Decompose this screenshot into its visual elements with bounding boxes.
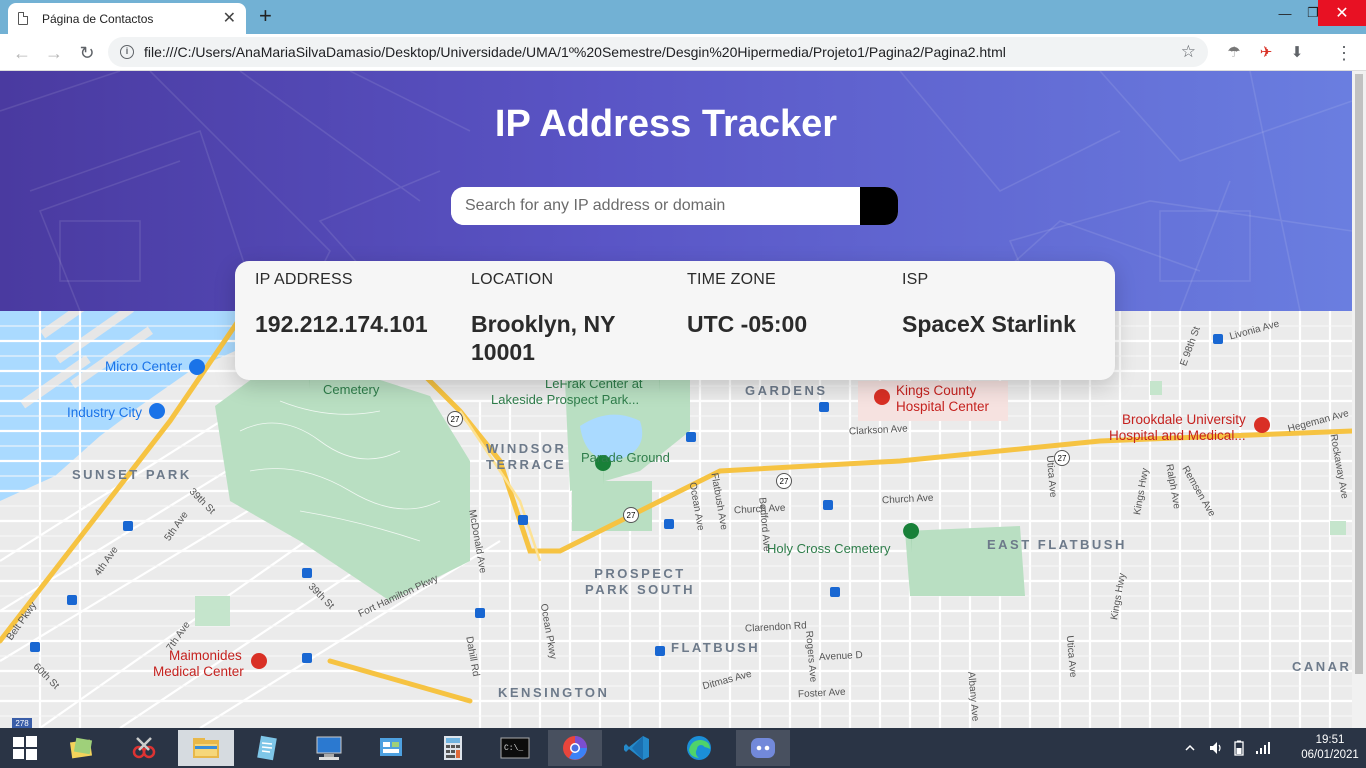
tab-title: Página de Contactos	[42, 11, 154, 26]
url-text[interactable]: file:///C:/Users/AnaMariaSilvaDamasio/De…	[144, 44, 1181, 60]
location-label: LOCATION	[471, 271, 554, 288]
map-area-label: GARDENS	[745, 383, 828, 398]
back-arrow-icon[interactable]: ←	[10, 41, 34, 65]
svg-text:27: 27	[627, 511, 636, 520]
page-viewport: IP Address Tracker Search for any IP add…	[0, 71, 1352, 728]
map-area-label: WINDSOR TERRACE	[486, 441, 567, 472]
tray-chevron-icon[interactable]	[1184, 728, 1196, 768]
svg-text:C:\_: C:\_	[504, 744, 523, 753]
map-area-label: CANAR	[1292, 659, 1352, 674]
map-poi-label[interactable]: Maimonides	[169, 648, 242, 663]
menu-kebab-icon[interactable]: ⋮	[1334, 43, 1354, 63]
svg-text:27: 27	[1058, 454, 1067, 463]
map-area-label: KENSINGTON	[498, 685, 610, 700]
vscode-icon[interactable]	[612, 730, 662, 766]
extension-umbrella-icon[interactable]: ☂	[1224, 43, 1244, 63]
taskbar-clock[interactable]: 19:51 06/01/2021	[1300, 733, 1360, 763]
chevron-right-icon	[452, 187, 463, 203]
calculator-icon[interactable]	[428, 730, 478, 766]
timezone-value: UTC -05:00	[687, 311, 808, 337]
ip-info-card: IP ADDRESS 192.212.174.101 LOCATION Broo…	[235, 261, 1115, 380]
map-poi-label[interactable]: Kings County	[896, 383, 976, 398]
discord-icon[interactable]	[736, 730, 790, 766]
map-poi-label[interactable]: Lakeside Prospect Park...	[491, 392, 639, 407]
map-poi-label[interactable]: Brookdale University	[1122, 412, 1246, 427]
remote-desktop-icon[interactable]	[304, 730, 354, 766]
battery-icon[interactable]	[1231, 728, 1247, 768]
windows-start-icon[interactable]	[0, 730, 50, 766]
notepad-icon[interactable]	[242, 730, 292, 766]
timezone-label: TIME ZONE	[687, 271, 776, 288]
browser-titlebar: Página de Contactos ✕ + — ❐ ✕	[0, 0, 1366, 34]
map-poi-label[interactable]: Hospital and Medical...	[1109, 428, 1246, 443]
location-section: LOCATION Brooklyn, NY 10001	[471, 271, 661, 366]
browser-toolbar: ← → ↻ i file:///C:/Users/AnaMariaSilvaDa…	[0, 34, 1366, 71]
timezone-section: TIME ZONE UTC -05:00	[687, 271, 877, 338]
browser-tab[interactable]: Página de Contactos ✕	[8, 3, 246, 34]
ip-address-section: IP ADDRESS 192.212.174.101	[255, 271, 455, 338]
bookmark-star-icon[interactable]: ☆	[1181, 42, 1196, 62]
svg-text:278: 278	[15, 719, 29, 728]
sticky-notes-icon[interactable]	[56, 730, 106, 766]
map-poi-label[interactable]: Hospital Center	[896, 399, 989, 414]
volume-icon[interactable]	[1208, 728, 1224, 768]
scrollbar-thumb[interactable]	[1355, 74, 1363, 674]
ip-search-input[interactable]	[451, 187, 860, 225]
clock-time: 19:51	[1315, 734, 1345, 746]
map-poi-label[interactable]: Micro Center	[105, 359, 182, 374]
map-street-label: Avenue D	[818, 649, 864, 664]
close-tab-icon[interactable]: ✕	[223, 10, 236, 27]
page-scrollbar[interactable]	[1352, 71, 1366, 728]
new-tab-icon[interactable]: +	[259, 4, 272, 28]
extension-rocket-icon[interactable]: ✈	[1256, 43, 1276, 63]
isp-value: SpaceX Starlink	[902, 311, 1076, 337]
map-area-label: FLATBUSH	[671, 640, 761, 655]
page-icon	[18, 12, 28, 25]
windows-taskbar: C:\_ 19:51 06/01/2021	[0, 728, 1366, 768]
map-poi-label[interactable]: Holy Cross Cemetery	[767, 541, 891, 556]
map-area-label: PROSPECT PARK SOUTH	[585, 566, 695, 597]
search-bar	[451, 187, 898, 225]
map-poi-label[interactable]: Industry City	[67, 405, 142, 420]
ip-address-label: IP ADDRESS	[255, 271, 353, 288]
map-poi-label[interactable]: Medical Center	[153, 664, 244, 679]
reload-icon[interactable]: ↻	[75, 41, 99, 65]
map-area-label: SUNSET PARK	[72, 467, 192, 482]
download-icon[interactable]: ⬇	[1287, 43, 1307, 63]
page-title: IP Address Tracker	[494, 103, 838, 145]
map-poi-label[interactable]: Parade Ground	[581, 450, 670, 465]
chrome-like-browser-icon[interactable]	[548, 730, 602, 766]
svg-text:27: 27	[780, 477, 789, 486]
control-panel-icon[interactable]	[366, 730, 416, 766]
address-bar[interactable]: i file:///C:/Users/AnaMariaSilvaDamasio/…	[108, 37, 1208, 67]
forward-arrow-icon[interactable]: →	[42, 41, 66, 65]
isp-section: ISP SpaceX Starlink	[902, 271, 1102, 338]
map-area-label: EAST FLATBUSH	[987, 537, 1127, 552]
info-icon[interactable]: i	[120, 45, 134, 59]
location-value: Brooklyn, NY 10001	[471, 311, 615, 365]
ip-address-value: 192.212.174.101	[255, 311, 428, 337]
snipping-tool-icon[interactable]	[118, 730, 168, 766]
network-signal-icon[interactable]	[1255, 728, 1271, 768]
map-poi-label[interactable]: Cemetery	[323, 382, 379, 397]
command-prompt-icon[interactable]: C:\_	[490, 730, 540, 766]
search-submit-button[interactable]	[452, 187, 898, 225]
file-explorer-icon[interactable]	[178, 730, 234, 766]
edge-icon[interactable]	[674, 730, 724, 766]
close-window-icon[interactable]: ✕	[1318, 0, 1366, 26]
isp-label: ISP	[902, 271, 929, 288]
clock-date: 06/01/2021	[1301, 749, 1359, 761]
svg-text:27: 27	[451, 415, 460, 424]
